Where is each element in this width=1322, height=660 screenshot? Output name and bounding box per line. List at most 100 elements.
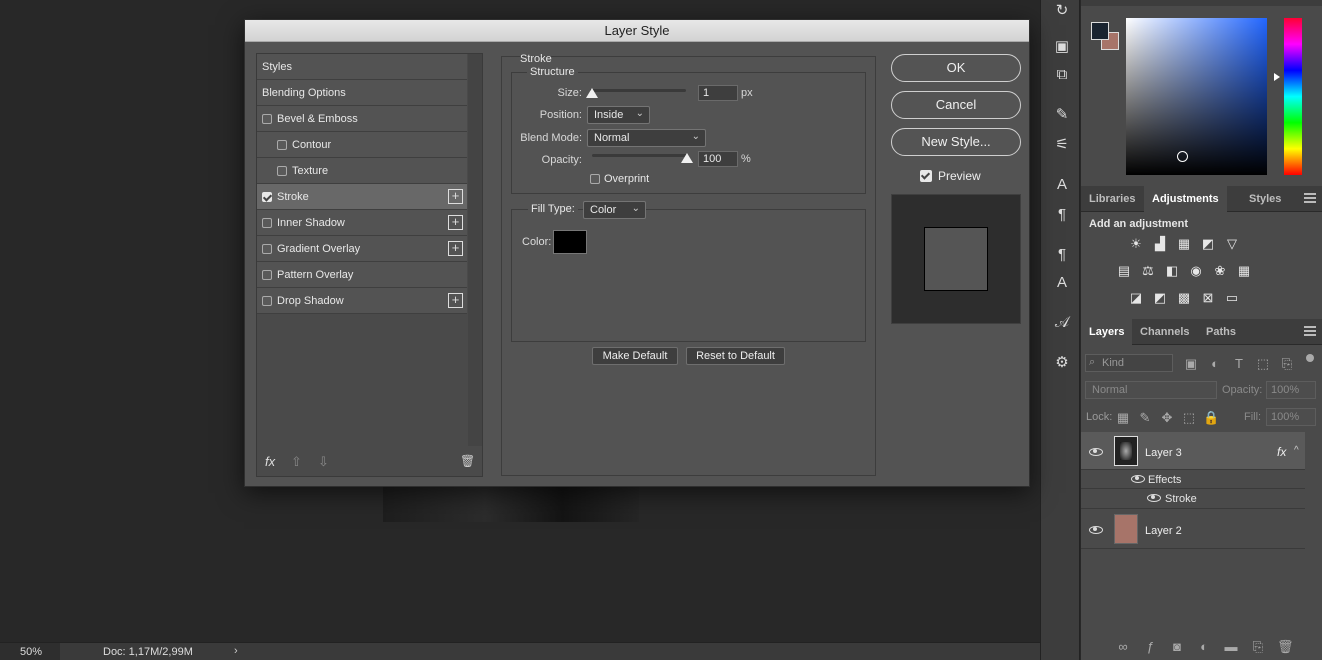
tab-layers[interactable]: Layers <box>1081 319 1133 345</box>
tab-adjustments[interactable]: Adjustments <box>1144 186 1227 212</box>
style-checkbox[interactable] <box>262 192 272 202</box>
exposure-icon[interactable]: ◩ <box>1200 237 1216 251</box>
fx-icon[interactable]: ƒ <box>1142 640 1158 654</box>
sliders-icon[interactable]: ⚟ <box>1051 134 1073 156</box>
3d-cube-icon[interactable]: ▣ <box>1051 36 1073 58</box>
color-balance-icon[interactable]: ⚖ <box>1140 264 1156 278</box>
eye-icon[interactable] <box>1089 526 1103 534</box>
style-item-bevel-emboss[interactable]: Bevel & Emboss <box>257 106 467 132</box>
add-effect-plus-icon[interactable]: + <box>448 189 463 204</box>
style-checkbox[interactable] <box>262 244 272 254</box>
paragraph-icon[interactable]: ¶ <box>1051 204 1073 226</box>
style-item-blending-options[interactable]: Blending Options <box>257 80 467 106</box>
hue-slider-handle[interactable] <box>1274 73 1280 81</box>
brightness-icon[interactable]: ☀ <box>1128 237 1144 251</box>
selective-color-icon[interactable]: ⊠ <box>1200 291 1216 305</box>
color-picker-cursor[interactable] <box>1177 151 1188 162</box>
folder-icon[interactable]: ▬ <box>1223 640 1239 654</box>
style-checkbox[interactable] <box>262 270 272 280</box>
lock-all-icon[interactable]: 🔒 <box>1203 411 1219 425</box>
style-checkbox[interactable] <box>262 218 272 228</box>
tab-paths[interactable]: Paths <box>1198 319 1244 345</box>
chevron-up-icon[interactable]: ^ <box>1294 445 1299 456</box>
glyphs-icon[interactable]: 𝒜 <box>1051 312 1073 334</box>
style-checkbox[interactable] <box>277 140 287 150</box>
tab-channels[interactable]: Channels <box>1132 319 1198 345</box>
gradient-map-icon[interactable]: ▭ <box>1224 291 1240 305</box>
mask-icon[interactable]: ◙ <box>1169 640 1185 654</box>
preview-checkbox[interactable] <box>920 170 932 182</box>
black-white-icon[interactable]: ◧ <box>1164 264 1180 278</box>
layer-effect-stroke-row[interactable]: Stroke <box>1081 489 1305 509</box>
lock-artboard-icon[interactable]: ⬚ <box>1181 411 1197 425</box>
trash-icon[interactable]: 🗑 <box>1277 640 1294 654</box>
ok-button[interactable]: OK <box>891 54 1021 82</box>
clone-source-icon[interactable]: ⧉ <box>1051 64 1073 86</box>
filter-adjustment-icon[interactable]: ◐ <box>1207 357 1223 371</box>
history-icon[interactable]: ↻ <box>1051 0 1073 22</box>
hue-slider[interactable] <box>1284 18 1302 175</box>
position-select[interactable]: Inside ⌄ <box>587 106 650 124</box>
blend-mode-select[interactable]: Normal ⌄ <box>587 129 706 147</box>
style-item-pattern-overlay[interactable]: Pattern Overlay <box>257 262 467 288</box>
layer-effects-row[interactable]: Effects <box>1081 470 1305 489</box>
character-styles-icon[interactable]: A <box>1051 272 1073 294</box>
levels-icon[interactable]: ▟ <box>1152 237 1168 251</box>
style-checkbox[interactable] <box>277 166 287 176</box>
style-item-contour[interactable]: Contour <box>257 132 467 158</box>
curves-icon[interactable]: ▦ <box>1176 237 1192 251</box>
size-slider[interactable] <box>590 89 686 92</box>
style-checkbox[interactable] <box>262 114 272 124</box>
foreground-color-swatch[interactable] <box>1091 22 1109 40</box>
threshold-icon[interactable]: ▩ <box>1176 291 1192 305</box>
style-item-texture[interactable]: Texture <box>257 158 467 184</box>
dialog-title[interactable]: Layer Style <box>245 20 1029 42</box>
paragraph-styles-icon[interactable]: ¶ <box>1051 244 1073 266</box>
style-item-styles[interactable]: Styles <box>257 54 467 80</box>
color-field[interactable] <box>1126 18 1267 175</box>
brush-icon[interactable]: ✎ <box>1051 104 1073 126</box>
filter-pixel-icon[interactable]: ▣ <box>1183 357 1199 371</box>
color-lookup-icon[interactable]: ▦ <box>1236 264 1252 278</box>
eye-icon[interactable] <box>1147 494 1161 502</box>
lock-transparent-icon[interactable]: ▦ <box>1115 411 1131 425</box>
hue-saturation-icon[interactable]: ▤ <box>1116 264 1132 278</box>
fx-icon[interactable]: fx <box>1277 445 1286 459</box>
layer-name[interactable]: Layer 2 <box>1145 525 1182 537</box>
style-item-gradient-overlay[interactable]: Gradient Overlay + <box>257 236 467 262</box>
filter-smart-object-icon[interactable]: ⎘ <box>1279 357 1295 371</box>
fill-input[interactable]: 100% <box>1266 408 1316 426</box>
size-input[interactable]: 1 <box>698 85 738 101</box>
opacity-slider[interactable] <box>592 154 688 157</box>
channel-mixer-icon[interactable]: ❀ <box>1212 264 1228 278</box>
invert-icon[interactable]: ◪ <box>1128 291 1144 305</box>
lock-position-icon[interactable]: ✥ <box>1159 411 1175 425</box>
reset-to-default-button[interactable]: Reset to Default <box>686 347 785 365</box>
eye-icon[interactable] <box>1089 448 1103 456</box>
kind-filter-select[interactable]: ⌕ Kind <box>1085 354 1173 372</box>
new-style-button[interactable]: New Style... <box>891 128 1021 156</box>
fill-type-select[interactable]: Color ⌄ <box>583 201 646 219</box>
stroke-color-swatch[interactable] <box>553 230 587 254</box>
style-checkbox[interactable] <box>262 296 272 306</box>
panel-menu-icon[interactable] <box>1304 326 1316 336</box>
style-item-inner-shadow[interactable]: Inner Shadow + <box>257 210 467 236</box>
add-effect-plus-icon[interactable]: + <box>448 293 463 308</box>
move-up-icon[interactable]: ⇧ <box>291 454 302 470</box>
add-effect-plus-icon[interactable]: + <box>448 241 463 256</box>
trash-icon[interactable]: 🗑 <box>460 454 475 468</box>
eye-icon[interactable] <box>1131 475 1145 483</box>
opacity-slider-thumb[interactable] <box>681 153 693 163</box>
layer-row-layer-2[interactable]: Layer 2 <box>1081 510 1305 549</box>
layer-opacity-input[interactable]: 100% <box>1266 381 1316 399</box>
size-slider-thumb[interactable] <box>586 88 598 98</box>
tab-styles[interactable]: Styles <box>1241 186 1289 212</box>
make-default-button[interactable]: Make Default <box>592 347 678 365</box>
layer-blend-mode-select[interactable]: Normal <box>1085 381 1217 399</box>
posterize-icon[interactable]: ◩ <box>1152 291 1168 305</box>
new-layer-icon[interactable]: ⎘ <box>1250 640 1266 654</box>
overprint-checkbox[interactable] <box>590 174 600 184</box>
fx-menu-button[interactable]: fx <box>265 454 275 469</box>
filter-toggle[interactable] <box>1306 354 1314 362</box>
opacity-input[interactable]: 100 <box>698 151 738 167</box>
